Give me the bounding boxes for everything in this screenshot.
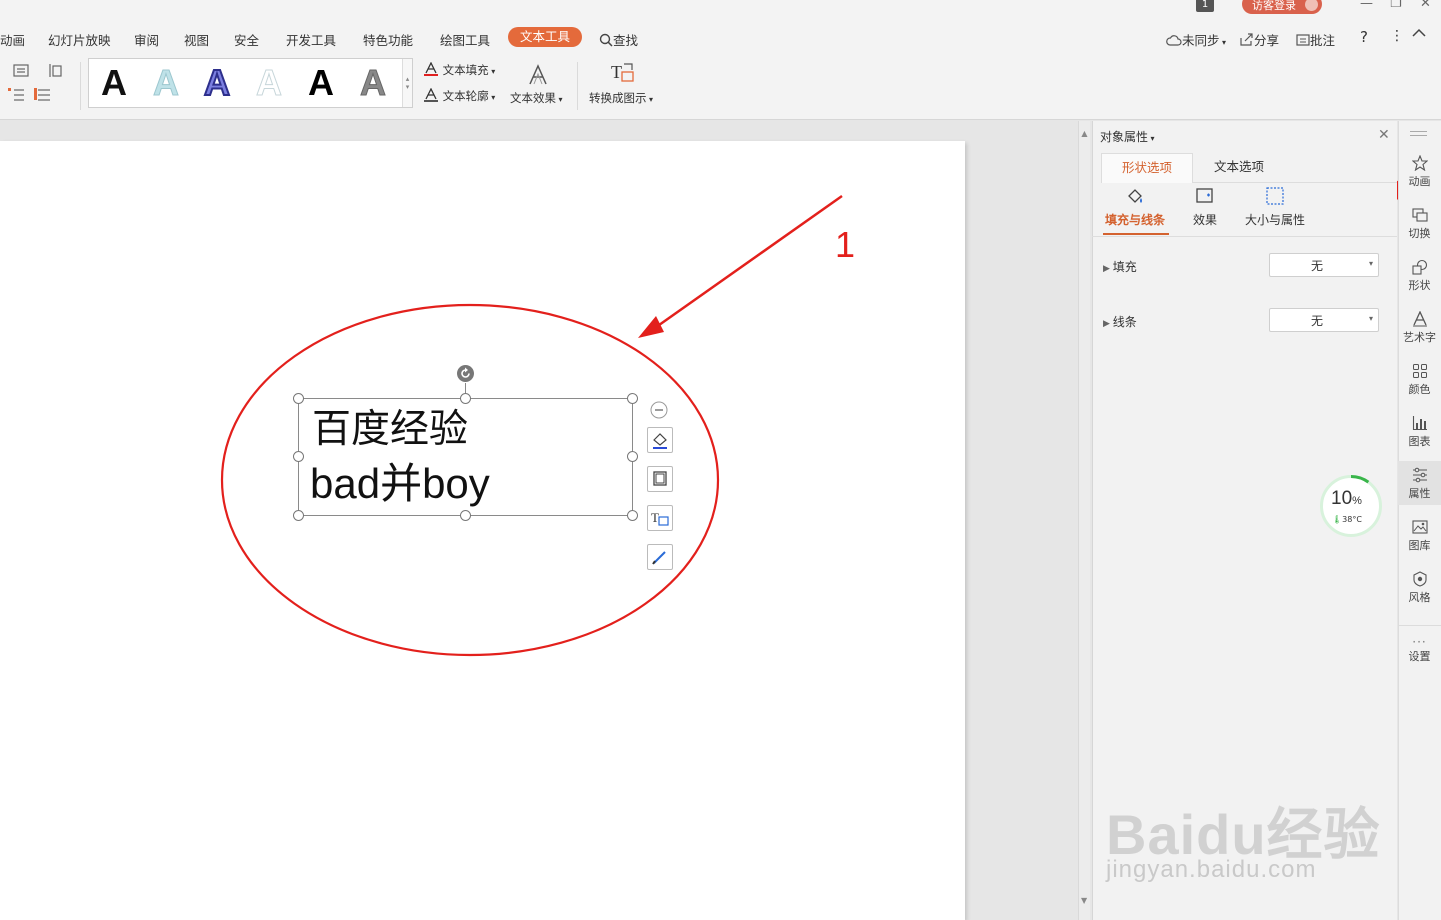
art-text-icon	[1412, 311, 1427, 327]
textbox-line-1[interactable]: 百度经验	[312, 405, 468, 455]
tab-divider	[1193, 182, 1397, 183]
perf-temperature: 🌡38°C	[1332, 515, 1362, 524]
panel-title: 对象属性	[1100, 130, 1149, 144]
sidebar-item-animation[interactable]: 动画	[1398, 155, 1441, 189]
sidebar-grip	[1410, 135, 1427, 136]
sidebar-label: 图表	[1408, 435, 1431, 448]
switch-icon	[1411, 208, 1428, 222]
sidebar-label: 设置	[1408, 650, 1431, 663]
resize-handle-n[interactable]	[460, 393, 471, 404]
resize-handle-w[interactable]	[293, 451, 304, 462]
chevron-down-icon: ▾	[1368, 259, 1373, 268]
sidebar-item-shapes[interactable]: 形状	[1398, 259, 1441, 293]
active-subtab-underline	[1103, 233, 1169, 235]
gallery-icon	[1411, 520, 1428, 534]
sidebar-item-transition[interactable]: 切换	[1398, 207, 1441, 241]
star-icon	[1411, 155, 1428, 171]
size-icon	[1266, 187, 1284, 205]
sidebar-label: 图库	[1408, 539, 1431, 552]
sidebar-label: 形状	[1408, 279, 1431, 292]
performance-widget[interactable]: 10% 🌡38°C	[1320, 475, 1382, 537]
sidebar-item-gallery[interactable]: 图库	[1398, 519, 1441, 553]
textbox-line-2[interactable]: bad并boy	[310, 459, 490, 509]
line-select-value: 无	[1311, 314, 1324, 328]
fill-select[interactable]: 无 ▾	[1269, 253, 1379, 277]
subtab-fill-line-label: 填充与线条	[1104, 213, 1165, 227]
line-row-label: 线条	[1112, 315, 1137, 329]
effects-icon	[1196, 188, 1213, 203]
sidebar-label: 风格	[1408, 591, 1431, 604]
outline-tool-button[interactable]	[647, 466, 673, 492]
fill-line-icon	[1128, 189, 1142, 203]
sidebar-label: 属性	[1408, 487, 1431, 500]
sidebar-divider	[1398, 625, 1441, 626]
close-panel-icon[interactable]: ✕	[1378, 127, 1390, 143]
chevron-down-icon: ▾	[1368, 314, 1373, 323]
subtab-effects[interactable]: 效果	[1183, 186, 1227, 228]
text-box[interactable]: 百度经验 bad并boy	[293, 393, 638, 521]
shapes-icon	[1411, 259, 1427, 275]
style-icon	[1412, 571, 1427, 587]
perf-percent: 10%	[1331, 488, 1362, 509]
sidebar-item-color[interactable]: 颜色	[1398, 363, 1441, 397]
fill-tool-button[interactable]	[647, 427, 673, 453]
chart-icon	[1412, 416, 1427, 431]
sidebar-item-art-text[interactable]: 艺术字	[1398, 311, 1441, 345]
more-dots-icon: ···	[1412, 635, 1427, 649]
subtab-size-properties[interactable]: 大小与属性	[1240, 186, 1310, 228]
line-select[interactable]: 无 ▾	[1269, 308, 1379, 332]
tab-text-options[interactable]: 文本选项	[1193, 153, 1285, 183]
resize-handle-ne[interactable]	[627, 393, 638, 404]
sidebar-label: 动画	[1408, 175, 1431, 188]
format-painter-button[interactable]	[647, 544, 673, 570]
outline-icon	[653, 471, 667, 486]
subtab-effects-label: 效果	[1192, 213, 1217, 227]
sidebar-label: 颜色	[1408, 383, 1431, 396]
resize-handle-sw[interactable]	[293, 510, 304, 521]
fill-row-label: 填充	[1112, 260, 1137, 274]
color-grid-icon	[1412, 364, 1427, 378]
sidebar-item-settings[interactable]: ··· 设置	[1398, 636, 1441, 664]
fill-select-value: 无	[1311, 259, 1324, 273]
subtab-size-label: 大小与属性	[1244, 213, 1305, 227]
resize-handle-e[interactable]	[627, 451, 638, 462]
collapse-toolbar-icon[interactable]	[650, 401, 668, 422]
annotation-label-1: 1	[835, 224, 856, 265]
svg-text:T: T	[651, 510, 659, 525]
baidu-watermark-url: jingyan.baidu.com	[1106, 856, 1317, 883]
tab-shape-options[interactable]: 形状选项	[1101, 153, 1193, 183]
convert-text-icon: T	[651, 510, 669, 526]
subtab-fill-line[interactable]: 填充与线条	[1102, 186, 1168, 228]
sidebar-item-properties[interactable]: 属性	[1398, 461, 1441, 505]
brush-icon	[652, 551, 666, 565]
resize-handle-s[interactable]	[460, 510, 471, 521]
panel-title-dropdown[interactable]: 对象属性 ▾	[1100, 128, 1155, 145]
sidebar-grip	[1410, 131, 1427, 132]
arrow-1-head	[638, 316, 664, 338]
sliders-icon	[1412, 467, 1427, 483]
convert-tool-button[interactable]: T	[647, 505, 673, 531]
arrow-1-shaft	[651, 194, 843, 332]
sidebar-label: 艺术字	[1403, 331, 1436, 344]
line-row-expander[interactable]: ▶ 线条	[1103, 313, 1137, 330]
fill-row-expander[interactable]: ▶ 填充	[1103, 258, 1137, 275]
sidebar-item-style[interactable]: 风格	[1398, 571, 1441, 605]
sidebar-item-chart[interactable]: 图表	[1398, 415, 1441, 449]
subtab-divider	[1092, 236, 1397, 237]
sidebar-label: 切换	[1408, 227, 1431, 240]
paint-bucket-icon	[653, 433, 667, 449]
resize-handle-nw[interactable]	[293, 393, 304, 404]
resize-handle-se[interactable]	[627, 510, 638, 521]
